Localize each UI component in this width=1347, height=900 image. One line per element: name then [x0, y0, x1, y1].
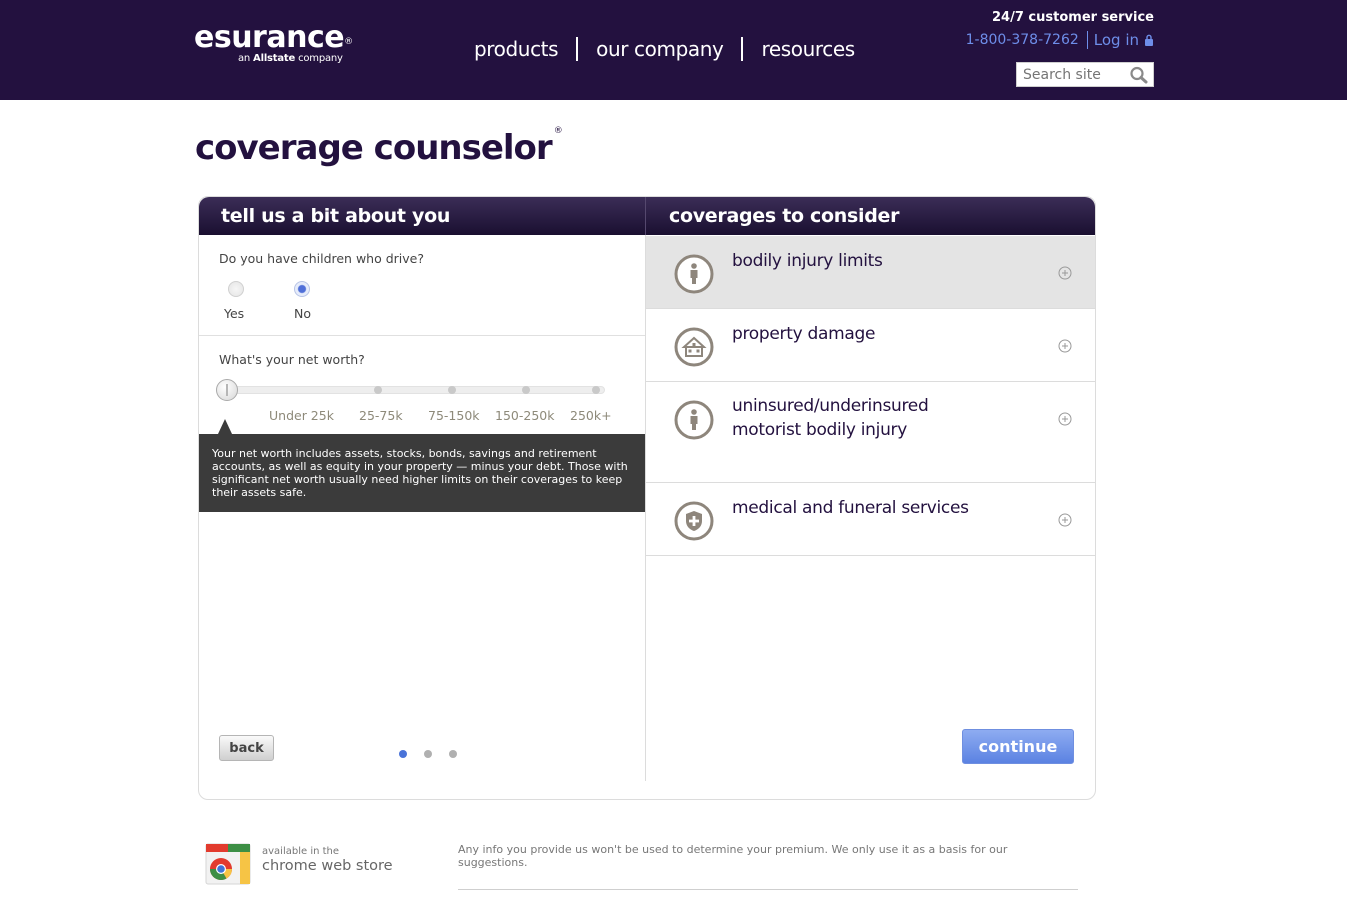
store-available-label: available in the	[262, 846, 340, 857]
site-header: esurance® an Allstate company products o…	[0, 0, 1347, 100]
slider-label-150-250k[interactable]: 150-250k	[495, 408, 554, 423]
search-box	[1016, 62, 1154, 87]
slider-label-75-150k[interactable]: 75-150k	[428, 408, 480, 423]
coverage-bodily-injury-limits[interactable]: bodily injury limits	[646, 236, 1095, 309]
net-worth-slider-track[interactable]	[219, 386, 605, 394]
slider-tick	[522, 386, 530, 394]
question-net-worth: What's your net worth?	[219, 352, 365, 367]
step-dot-active	[399, 750, 407, 758]
panel-header: tell us a bit about you coverages to con…	[199, 197, 1095, 235]
contact-row: 1-800-378-7262 Log in	[966, 31, 1154, 49]
expand-plus-icon[interactable]	[1058, 339, 1072, 353]
login-label: Log in	[1093, 31, 1139, 49]
step-dot	[449, 750, 457, 758]
person-icon	[674, 400, 714, 440]
chrome-web-store-icon[interactable]	[204, 836, 254, 886]
section-divider	[199, 335, 645, 336]
slider-label-under-25k[interactable]: Under 25k	[269, 408, 334, 423]
login-link[interactable]: Log in	[1086, 31, 1154, 49]
right-panel-heading: coverages to consider	[669, 205, 900, 227]
radio-no-label: No	[294, 306, 311, 321]
search-input[interactable]	[1017, 63, 1123, 86]
logo-wordmark: esurance®	[194, 20, 353, 55]
person-icon	[674, 254, 714, 294]
footer-divider	[458, 889, 1078, 890]
coverage-label: bodily injury limits	[732, 251, 883, 271]
slider-label-25-75k[interactable]: 25-75k	[359, 408, 403, 423]
coverage-uninsured-motorist[interactable]: uninsured/underinsured motorist bodily i…	[646, 382, 1095, 483]
coverage-label: uninsured/underinsured motorist bodily i…	[732, 394, 929, 442]
coverage-label: medical and funeral services	[732, 498, 969, 518]
coverage-property-damage[interactable]: property damage	[646, 309, 1095, 382]
expand-plus-icon[interactable]	[1058, 412, 1072, 426]
slider-label-250k-plus[interactable]: 250k+	[570, 408, 612, 423]
house-icon	[674, 327, 714, 367]
slider-tick	[448, 386, 456, 394]
phone-link[interactable]: 1-800-378-7262	[966, 32, 1079, 48]
coverage-label-line2: motorist bodily injury	[732, 420, 908, 440]
logo-tagline: an Allstate company	[238, 53, 343, 64]
step-dot	[424, 750, 432, 758]
slider-tick	[592, 386, 600, 394]
coverage-medical-funeral[interactable]: medical and funeral services	[646, 483, 1095, 556]
expand-plus-icon[interactable]	[1058, 513, 1072, 527]
expand-plus-icon[interactable]	[1058, 266, 1072, 280]
tooltip-pointer	[218, 419, 232, 434]
esurance-logo[interactable]: esurance® an Allstate company	[194, 20, 353, 65]
left-panel-heading: tell us a bit about you	[221, 205, 451, 227]
search-icon[interactable]	[1129, 66, 1149, 84]
nav-divider	[741, 37, 744, 61]
coverage-label: property damage	[732, 324, 876, 344]
privacy-disclaimer: Any info you provide us won't be used to…	[458, 843, 1008, 869]
radio-yes-label: Yes	[224, 306, 245, 321]
page-title: coverage counselor ®	[195, 125, 563, 168]
continue-button[interactable]: continue	[962, 729, 1074, 764]
question-children-drive: Do you have children who drive?	[219, 251, 424, 266]
radio-no[interactable]	[294, 281, 310, 297]
net-worth-slider-handle[interactable]	[216, 379, 238, 401]
coverage-label-line1: uninsured/underinsured	[732, 396, 929, 416]
main-nav: products our company resources	[474, 36, 855, 62]
header-divider	[645, 197, 646, 235]
customer-service-label: 24/7 customer service	[992, 10, 1154, 25]
radio-yes[interactable]	[228, 281, 244, 297]
slider-tick	[374, 386, 382, 394]
store-name-label[interactable]: chrome web store	[262, 858, 393, 874]
nav-divider	[576, 37, 579, 61]
nav-our-company[interactable]: our company	[596, 37, 724, 61]
back-button[interactable]: back	[219, 735, 274, 761]
nav-resources[interactable]: resources	[761, 37, 855, 61]
net-worth-tooltip: Your net worth includes assets, stocks, …	[199, 434, 645, 512]
lock-icon	[1145, 34, 1153, 46]
nav-products[interactable]: products	[474, 37, 559, 61]
counselor-panel: tell us a bit about you coverages to con…	[198, 196, 1096, 800]
shield-cross-icon	[674, 501, 714, 541]
